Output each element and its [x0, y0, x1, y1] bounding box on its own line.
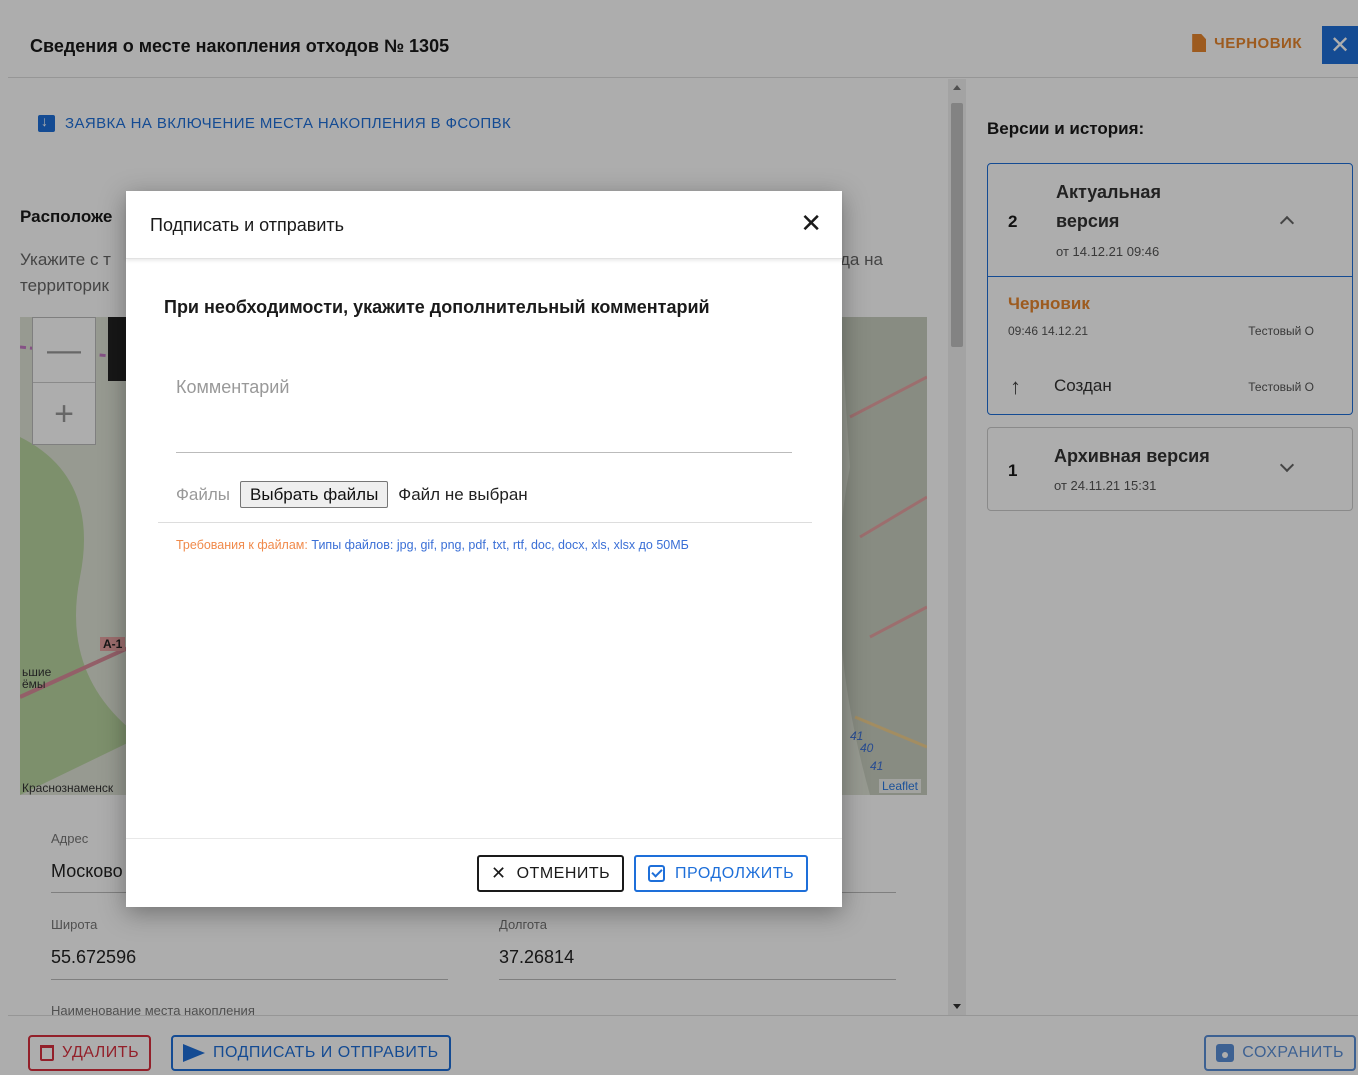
files-row: Файлы Выбрать файлы Файл не выбран: [176, 481, 528, 508]
files-label: Файлы: [176, 484, 231, 504]
sign-dialog: Подписать и отправить ✕ При необходимост…: [126, 191, 842, 907]
checkbox-check-icon: [648, 865, 665, 882]
close-icon: ✕: [800, 208, 822, 238]
dialog-header: Подписать и отправить ✕: [126, 191, 842, 259]
file-requirements-label: Требования к файлам:: [176, 538, 308, 552]
file-requirements-text: Типы файлов: jpg, gif, png, pdf, txt, rt…: [311, 538, 689, 552]
dialog-footer: ✕ ОТМЕНИТЬ ПРОДОЛЖИТЬ: [126, 838, 842, 907]
dialog-title: Подписать и отправить: [150, 215, 345, 235]
dialog-close-button[interactable]: ✕: [800, 209, 822, 237]
cancel-button[interactable]: ✕ ОТМЕНИТЬ: [477, 855, 625, 892]
close-icon: ✕: [491, 863, 507, 883]
file-requirements: Требования к файлам: Типы файлов: jpg, g…: [176, 538, 689, 552]
files-status: Файл не выбран: [398, 484, 528, 504]
choose-files-button[interactable]: Выбрать файлы: [240, 481, 389, 508]
continue-button[interactable]: ПРОДОЛЖИТЬ: [634, 855, 809, 892]
cancel-label: ОТМЕНИТЬ: [516, 864, 611, 882]
dialog-subtitle: При необходимости, укажите дополнительны…: [164, 297, 710, 317]
continue-label: ПРОДОЛЖИТЬ: [675, 864, 795, 882]
comment-input[interactable]: [176, 367, 792, 453]
files-divider: [158, 522, 812, 523]
